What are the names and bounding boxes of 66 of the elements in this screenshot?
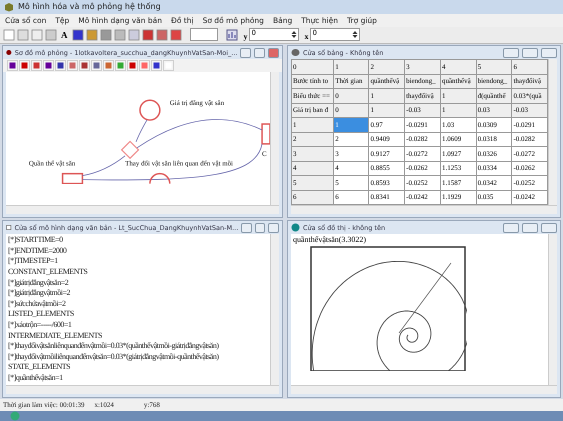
minimize-button[interactable] bbox=[503, 222, 519, 233]
tool-icon[interactable] bbox=[79, 60, 90, 72]
close-button[interactable] bbox=[268, 222, 279, 233]
code-line: [*]giátrịđẳngvậtmồi=2 bbox=[8, 288, 71, 299]
horizontal-scrollbar[interactable] bbox=[6, 205, 279, 214]
vertical-scrollbar[interactable] bbox=[548, 234, 557, 386]
toolbar-icon[interactable] bbox=[170, 28, 182, 41]
vertical-scrollbar[interactable] bbox=[270, 72, 279, 206]
maximize-button[interactable] bbox=[522, 222, 538, 233]
auxiliary-node bbox=[149, 173, 170, 184]
tool-icon[interactable] bbox=[91, 60, 102, 72]
series-label: quầnthểvậtsăn(3.3022) bbox=[292, 234, 368, 246]
spin-arrows-icon[interactable] bbox=[290, 30, 296, 40]
horizontal-scrollbar[interactable] bbox=[291, 205, 557, 214]
code-line: [*]thayđổivậtsănliênquanđếnvậtmồi=0.03*(quầnthểvậtmồi-giátrịđẳngvậtsăn) bbox=[8, 341, 220, 352]
code-line: [*]giátrịđẳngvậtsăn=2 bbox=[8, 278, 70, 288]
toolbar-icon[interactable] bbox=[72, 28, 84, 41]
font-button[interactable]: A bbox=[59, 30, 70, 40]
spin-arrows-icon[interactable] bbox=[352, 30, 358, 40]
maximize-button[interactable] bbox=[522, 48, 538, 58]
minimize-button[interactable] bbox=[241, 222, 252, 233]
auxiliary-node bbox=[139, 100, 161, 122]
maximize-button[interactable] bbox=[254, 48, 266, 58]
code-line: [*]STARTTIME=0 bbox=[8, 235, 64, 246]
minimize-button[interactable] bbox=[503, 48, 519, 58]
code-line: [*]TIMESTEP=1 bbox=[8, 256, 59, 267]
code-line: LISTED_ELEMENTS bbox=[8, 309, 75, 320]
tool-icon[interactable] bbox=[31, 60, 42, 72]
code-line: CONSTANT_ELEMENTS bbox=[8, 267, 88, 278]
code-line: STATE_ELEMENTS bbox=[8, 362, 72, 373]
axis-label: x bbox=[304, 32, 308, 42]
axis-label: y bbox=[244, 32, 248, 42]
code-line: [*]sứcchứavậtmồi=2 bbox=[8, 298, 66, 310]
app-icon bbox=[6, 48, 12, 58]
document-icon bbox=[6, 223, 12, 232]
close-button[interactable] bbox=[541, 222, 557, 233]
window-title: Mô hình hóa và mô phỏng hệ thống bbox=[18, 2, 161, 12]
flow-node bbox=[120, 140, 140, 160]
code-line: [*]quầnthểvậtsăn=1 bbox=[8, 372, 64, 384]
code-line: [*]xáotrộn=-----/600=1 bbox=[8, 320, 72, 331]
start-icon[interactable] bbox=[10, 411, 20, 421]
tool-icon[interactable] bbox=[127, 60, 138, 72]
code-line: [*]ENDTIME=2000 bbox=[8, 246, 68, 256]
tool-icon[interactable] bbox=[151, 60, 162, 72]
code-line: [*]thayđổivậtmồiliênquanđếnvậtsăn=0.03*(giátrịđẳngvậtmồi-quầnthểvậtsăn) bbox=[8, 352, 220, 362]
minimize-button[interactable] bbox=[240, 48, 252, 58]
code-line: INTERMEDIATE_ELEMENTS bbox=[8, 330, 103, 342]
horizontal-scrollbar[interactable] bbox=[291, 385, 557, 394]
maximize-button[interactable] bbox=[254, 222, 266, 233]
cube-icon bbox=[4, 2, 14, 12]
close-button[interactable] bbox=[268, 48, 280, 58]
input-field[interactable] bbox=[190, 28, 218, 42]
tool-icon[interactable] bbox=[55, 60, 66, 72]
close-button[interactable] bbox=[541, 48, 557, 58]
stock-node bbox=[62, 173, 84, 184]
chart-icon[interactable] bbox=[226, 28, 238, 41]
tool-icon[interactable] bbox=[7, 60, 18, 72]
tool-icon[interactable] bbox=[43, 60, 54, 72]
tool-icon[interactable] bbox=[19, 60, 30, 72]
horizontal-scrollbar[interactable] bbox=[6, 385, 279, 394]
app-icon bbox=[291, 223, 300, 232]
toolbar-icon[interactable] bbox=[156, 28, 168, 41]
toolbar-icon[interactable] bbox=[142, 28, 154, 41]
vertical-scrollbar[interactable] bbox=[548, 59, 557, 206]
vertical-scrollbar[interactable] bbox=[270, 234, 279, 386]
app-icon bbox=[291, 48, 300, 58]
